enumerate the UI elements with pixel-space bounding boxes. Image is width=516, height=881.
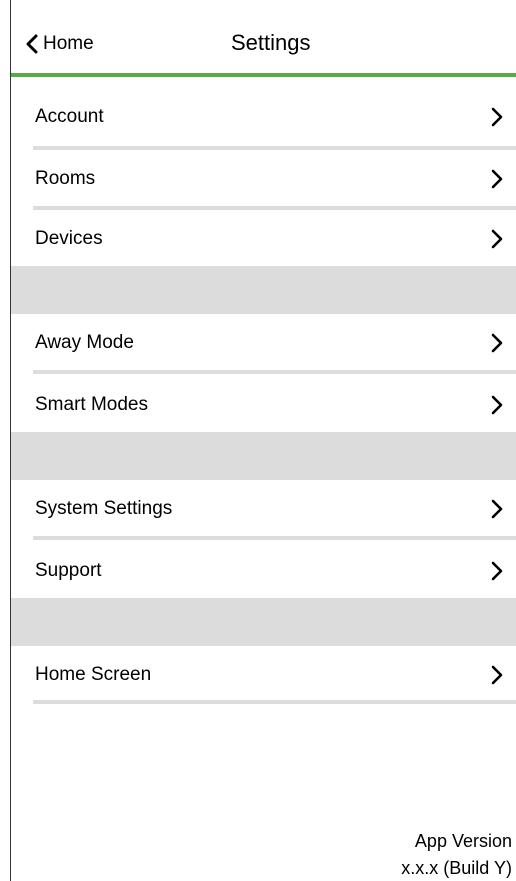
chevron-right-icon bbox=[491, 333, 503, 353]
section-separator bbox=[11, 432, 516, 480]
settings-screen: Home Settings Account Rooms Devices Away… bbox=[10, 0, 516, 881]
settings-item-home-screen[interactable]: Home Screen bbox=[11, 646, 516, 704]
back-button[interactable]: Home bbox=[25, 29, 94, 59]
app-version-value: x.x.x (Build Y) bbox=[401, 858, 512, 878]
section-separator bbox=[11, 266, 516, 314]
page-title: Settings bbox=[231, 30, 311, 55]
chevron-right-icon bbox=[491, 107, 503, 127]
settings-item-label: Devices bbox=[35, 228, 103, 249]
chevron-right-icon bbox=[491, 561, 503, 581]
settings-item-rooms[interactable]: Rooms bbox=[11, 150, 516, 208]
settings-item-label: Away Mode bbox=[35, 332, 134, 353]
header-accent-rule bbox=[11, 73, 516, 77]
settings-item-label: Rooms bbox=[35, 168, 96, 189]
settings-item-support[interactable]: Support bbox=[11, 542, 516, 600]
chevron-right-icon bbox=[491, 169, 503, 189]
settings-item-label: System Settings bbox=[35, 498, 173, 519]
chevron-right-icon bbox=[491, 665, 503, 685]
app-version-label: App Version bbox=[414, 831, 512, 851]
section-separator bbox=[11, 598, 516, 646]
divider bbox=[33, 536, 516, 540]
top-bar: Home Settings bbox=[11, 0, 516, 76]
settings-item-account[interactable]: Account bbox=[11, 88, 516, 146]
settings-item-away-mode[interactable]: Away Mode bbox=[11, 314, 516, 372]
divider bbox=[33, 370, 516, 374]
settings-item-label: Home Screen bbox=[35, 664, 152, 685]
settings-item-label: Smart Modes bbox=[35, 394, 148, 415]
chevron-left-icon bbox=[26, 34, 38, 54]
divider bbox=[33, 700, 516, 704]
chevron-right-icon bbox=[491, 229, 503, 249]
settings-item-system-settings[interactable]: System Settings bbox=[11, 480, 516, 538]
back-label: Home bbox=[43, 33, 94, 54]
chevron-right-icon bbox=[491, 499, 503, 519]
app-version: App Version x.x.x (Build Y) bbox=[401, 828, 512, 881]
settings-item-smart-modes[interactable]: Smart Modes bbox=[11, 376, 516, 434]
settings-item-devices[interactable]: Devices bbox=[11, 210, 516, 268]
settings-item-label: Support bbox=[35, 560, 102, 581]
chevron-right-icon bbox=[491, 395, 503, 415]
settings-item-label: Account bbox=[35, 106, 104, 127]
